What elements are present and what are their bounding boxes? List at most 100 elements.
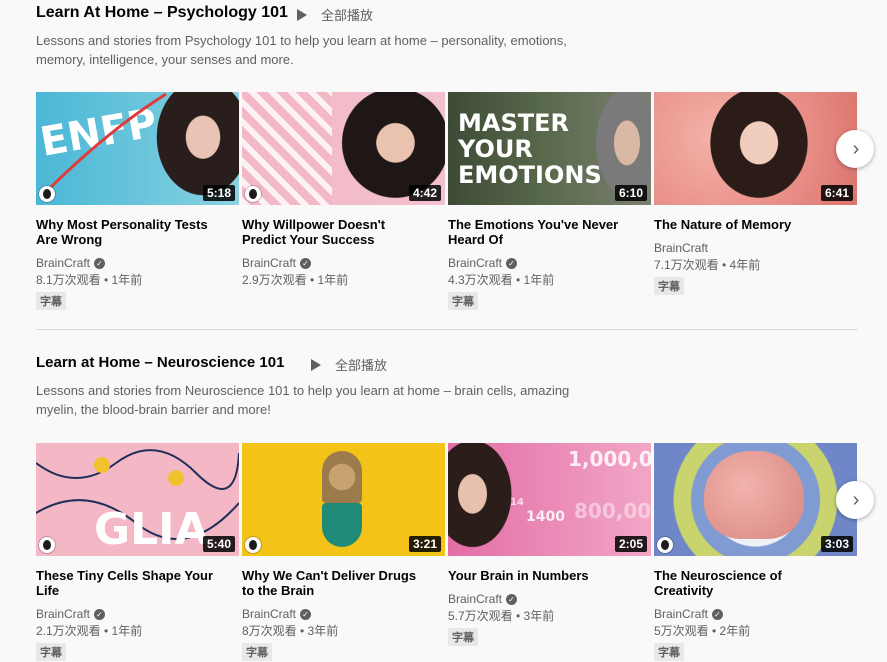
cc-badge: 字幕 bbox=[36, 292, 66, 310]
video-thumbnail[interactable]: MASTER YOUR EMOTIONS 6:10 bbox=[448, 92, 651, 205]
video-title[interactable]: Why We Can't Deliver Drugs to the Brain bbox=[242, 568, 445, 598]
video-title[interactable]: These Tiny Cells Shape Your Life bbox=[36, 568, 239, 598]
video-meta: 8万次观看 • 3年前 bbox=[242, 624, 339, 638]
duration-badge: 4:42 bbox=[408, 185, 441, 201]
channel-label: BrainCraft bbox=[448, 256, 503, 270]
title-line: Why We Can't Deliver Drugs bbox=[242, 568, 417, 583]
title-line: These Tiny Cells Shape Your bbox=[36, 568, 214, 583]
cc-badge: 字幕 bbox=[36, 643, 66, 661]
play-all-button[interactable]: 全部播放 bbox=[297, 5, 373, 24]
cc-badge: 字幕 bbox=[448, 292, 478, 310]
thumbnail-text: 1400 bbox=[526, 509, 565, 525]
thumbnail-text: GLIA bbox=[94, 504, 209, 555]
verified-check-icon: ✓ bbox=[94, 258, 106, 269]
channel-label: BrainCraft bbox=[36, 256, 91, 270]
section-divider bbox=[36, 329, 858, 330]
channel-name[interactable]: BrainCraft ✓ bbox=[242, 255, 445, 272]
thumbnail-text-line: MASTER bbox=[458, 109, 569, 137]
channel-label: BrainCraft bbox=[654, 607, 709, 621]
play-all-label: 全部播放 bbox=[321, 8, 374, 23]
section-title[interactable]: Learn at Home – Neuroscience 101 bbox=[36, 354, 284, 371]
playlist-section-neuroscience: Learn at Home – Neuroscience 101 全部播放 Le… bbox=[36, 354, 858, 424]
channel-name[interactable]: BrainCraft ✓ bbox=[448, 255, 651, 272]
description-line: myelin, the blood-brain barrier and more… bbox=[36, 402, 271, 417]
video-thumbnail[interactable]: 3:03 bbox=[654, 443, 857, 556]
video-thumbnail[interactable]: 4:42 bbox=[242, 92, 445, 205]
pbs-logo-icon bbox=[245, 537, 261, 553]
video-card[interactable]: 3:03 The Neuroscience of Creativity Brai… bbox=[654, 443, 857, 661]
video-thumbnail[interactable]: 6:41 bbox=[654, 92, 857, 205]
video-meta: 8.1万次观看 • 1年前 bbox=[36, 273, 143, 287]
cc-badge: 字幕 bbox=[448, 628, 478, 646]
title-line: Are Wrong bbox=[36, 232, 103, 247]
pbs-logo-icon bbox=[39, 186, 55, 202]
video-title[interactable]: The Neuroscience of Creativity bbox=[654, 568, 857, 598]
description-line: memory, intelligence, your senses and mo… bbox=[36, 52, 294, 67]
video-title[interactable]: The Emotions You've Never Heard Of bbox=[448, 217, 651, 247]
video-title[interactable]: Why Willpower Doesn't Predict Your Succe… bbox=[242, 217, 445, 247]
thumbnail-text-line: EMOTIONS bbox=[458, 161, 602, 189]
video-title[interactable]: Your Brain in Numbers bbox=[448, 568, 651, 583]
video-title[interactable]: Why Most Personality Tests Are Wrong bbox=[36, 217, 239, 247]
video-thumbnail[interactable]: ENFP 5:18 bbox=[36, 92, 239, 205]
video-thumbnail[interactable]: 1,000,000 800,000 1400 14 2:05 bbox=[448, 443, 651, 556]
video-thumbnail[interactable]: GLIA 5:40 bbox=[36, 443, 239, 556]
next-button[interactable]: › bbox=[836, 481, 874, 519]
title-line: Why Willpower Doesn't bbox=[242, 217, 386, 232]
channel-name[interactable]: BrainCraft ✓ bbox=[36, 255, 239, 272]
thumbnail-text: 14 bbox=[510, 497, 524, 508]
section-description: Lessons and stories from Neuroscience 10… bbox=[36, 381, 616, 419]
video-meta: 5万次观看 • 2年前 bbox=[654, 624, 751, 638]
video-card[interactable]: GLIA 5:40 These Tiny Cells Shape Your Li… bbox=[36, 443, 239, 661]
play-icon bbox=[297, 8, 307, 21]
chevron-right-icon: › bbox=[852, 138, 860, 160]
section-title[interactable]: Learn At Home – Psychology 101 bbox=[36, 4, 288, 22]
channel-name[interactable]: BrainCraft ✓ bbox=[654, 606, 857, 623]
pbs-logo-icon bbox=[657, 537, 673, 553]
title-line: Creativity bbox=[654, 583, 714, 598]
channel-label: BrainCraft bbox=[36, 607, 91, 621]
video-meta: 2.1万次观看 • 1年前 bbox=[36, 624, 143, 638]
title-line: Why Most Personality Tests bbox=[36, 217, 208, 232]
verified-check-icon: ✓ bbox=[506, 258, 518, 269]
video-meta: 2.9万次观看 • 1年前 bbox=[242, 273, 349, 287]
channel-name[interactable]: BrainCraft ✓ bbox=[36, 606, 239, 623]
cc-badge: 字幕 bbox=[654, 643, 684, 661]
channel-label: BrainCraft bbox=[242, 256, 297, 270]
channel-label: BrainCraft bbox=[242, 607, 297, 621]
video-card[interactable]: 4:42 Why Willpower Doesn't Predict Your … bbox=[242, 92, 445, 289]
title-line: Life bbox=[36, 583, 60, 598]
cc-badge: 字幕 bbox=[242, 643, 272, 661]
video-card[interactable]: 6:41 The Nature of Memory BrainCraft 7.1… bbox=[654, 92, 857, 295]
title-line: to the Brain bbox=[242, 583, 315, 598]
verified-check-icon: ✓ bbox=[94, 609, 106, 620]
title-line: Your Brain in Numbers bbox=[448, 568, 589, 583]
next-button[interactable]: › bbox=[836, 130, 874, 168]
cc-badge: 字幕 bbox=[654, 277, 684, 295]
duration-badge: 5:18 bbox=[202, 185, 235, 201]
video-title[interactable]: The Nature of Memory bbox=[654, 217, 857, 232]
play-all-button[interactable]: 全部播放 bbox=[311, 355, 387, 374]
pbs-logo-icon bbox=[245, 186, 261, 202]
duration-badge: 3:03 bbox=[820, 536, 853, 552]
pbs-logo-icon bbox=[39, 537, 55, 553]
video-card[interactable]: 3:21 Why We Can't Deliver Drugs to the B… bbox=[242, 443, 445, 661]
section-description: Lessons and stories from Psychology 101 … bbox=[36, 31, 616, 69]
title-line: The Emotions You've Never bbox=[448, 217, 619, 232]
video-thumbnail[interactable]: 3:21 bbox=[242, 443, 445, 556]
title-line: Heard Of bbox=[448, 232, 503, 247]
duration-badge: 2:05 bbox=[614, 536, 647, 552]
verified-check-icon: ✓ bbox=[712, 609, 724, 620]
video-card[interactable]: 1,000,000 800,000 1400 14 2:05 Your Brai… bbox=[448, 443, 651, 646]
video-card[interactable]: ENFP 5:18 Why Most Personality Tests Are… bbox=[36, 92, 239, 310]
duration-badge: 6:10 bbox=[614, 185, 647, 201]
video-card[interactable]: MASTER YOUR EMOTIONS 6:10 The Emotions Y… bbox=[448, 92, 651, 310]
channel-name[interactable]: BrainCraft ✓ bbox=[448, 591, 651, 608]
title-line: Predict Your Success bbox=[242, 232, 375, 247]
channel-name[interactable]: BrainCraft bbox=[654, 240, 857, 257]
verified-check-icon: ✓ bbox=[506, 594, 518, 605]
description-line: Lessons and stories from Neuroscience 10… bbox=[36, 383, 570, 398]
verified-check-icon: ✓ bbox=[300, 609, 312, 620]
video-meta: 7.1万次观看 • 4年前 bbox=[654, 258, 761, 272]
channel-name[interactable]: BrainCraft ✓ bbox=[242, 606, 445, 623]
